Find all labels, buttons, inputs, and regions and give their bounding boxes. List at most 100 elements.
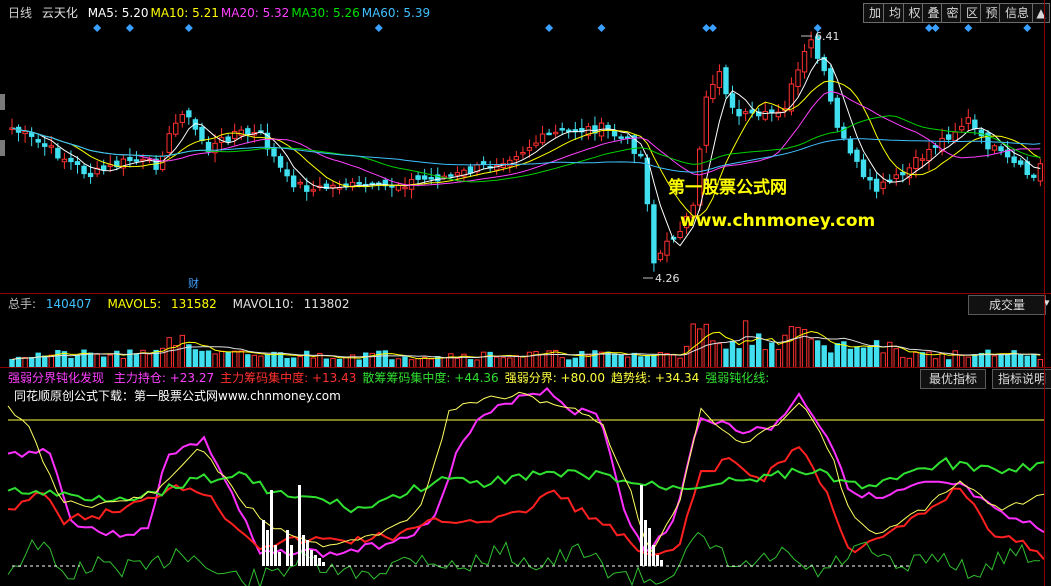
candle <box>677 230 683 239</box>
trend-line <box>7 391 1045 553</box>
candle <box>703 96 709 146</box>
signal-pillar <box>286 530 289 566</box>
volume-bar <box>304 350 310 368</box>
candle <box>173 122 179 135</box>
candle <box>330 184 336 188</box>
candle <box>873 178 880 192</box>
signal-pillar <box>644 520 647 566</box>
volume-bar <box>127 349 133 368</box>
candle <box>729 93 736 108</box>
volume-bar <box>939 352 945 368</box>
volume-bar <box>611 353 618 368</box>
volume-bar <box>539 354 546 368</box>
volume-bar <box>985 349 991 368</box>
volume-bar <box>212 353 218 368</box>
signal-pillar <box>322 562 325 566</box>
volume-bar <box>749 344 755 368</box>
candle <box>919 158 926 161</box>
candle <box>61 158 68 163</box>
candle <box>847 138 854 154</box>
candle <box>998 146 1004 152</box>
volume-bar <box>448 353 454 368</box>
volume-bar <box>664 353 670 368</box>
indicator-chart[interactable] <box>0 370 1051 586</box>
candle <box>959 125 965 131</box>
volume-bar <box>873 340 880 368</box>
signal-pillar <box>656 555 659 566</box>
signal-pillar <box>310 550 313 566</box>
volume-bar <box>133 353 140 368</box>
divider <box>0 293 1051 294</box>
candle <box>428 177 434 180</box>
candle <box>402 186 408 190</box>
candle <box>552 131 559 135</box>
right-border <box>1044 0 1045 586</box>
volume-bar <box>87 352 94 368</box>
candle <box>87 172 94 178</box>
candle <box>520 151 526 155</box>
ma-line <box>11 115 1041 183</box>
candle <box>74 161 81 166</box>
signal-diamond-icon <box>597 24 606 32</box>
candle <box>225 136 231 142</box>
signal-diamond-icon <box>93 24 102 32</box>
candle <box>448 174 454 177</box>
candle <box>186 110 192 118</box>
signal-pillar <box>290 545 293 566</box>
candle <box>742 111 749 115</box>
candle <box>290 175 297 188</box>
candle <box>480 161 487 165</box>
volume-bar <box>238 350 244 368</box>
signal-diamond-icon <box>931 24 940 32</box>
volume-header: 总手: 140407 MAVOL5: 131582 MAVOL10: 11380… <box>8 296 361 312</box>
price-chart[interactable]: 6.41 4.26 财 第一股票公式网 www.chnmoney.com <box>0 0 1051 296</box>
event-marker[interactable]: 财 <box>188 276 199 290</box>
signal-pillar <box>306 540 309 566</box>
candle <box>1031 174 1037 178</box>
volume-bar <box>723 348 729 368</box>
candle <box>22 130 28 135</box>
signal-pillar <box>298 485 301 566</box>
candle <box>28 132 35 137</box>
volume-bar <box>854 346 860 368</box>
ma-line <box>11 90 1041 186</box>
signal-pillar <box>660 560 663 566</box>
volume-bar <box>782 334 788 368</box>
ma-line <box>11 57 1041 247</box>
volume-bar <box>55 350 61 368</box>
volume-bar <box>893 348 899 368</box>
mavol10-label: MAVOL10: 113802 <box>232 297 350 311</box>
volume-bar <box>795 326 801 368</box>
candle <box>736 108 742 117</box>
volume-bar <box>179 334 186 368</box>
signal-pillar <box>640 485 643 566</box>
candle <box>657 252 664 261</box>
volume-bar <box>605 351 611 368</box>
volume-bar <box>710 340 716 368</box>
volume-bar <box>1031 354 1037 368</box>
signal-pillar <box>278 552 281 566</box>
watermark-title: 第一股票公式网 <box>668 177 787 198</box>
volume-bar <box>919 352 926 368</box>
low-price-label: 4.26 <box>655 272 680 285</box>
signal-pillar <box>314 555 317 566</box>
volume-bar <box>828 352 834 368</box>
candle <box>893 174 899 180</box>
candle <box>651 204 657 264</box>
volume-bar <box>533 350 539 368</box>
volume-chart[interactable] <box>0 312 1051 368</box>
ma-line <box>11 127 1041 173</box>
candle <box>310 189 317 192</box>
mavol5-label: MAVOL5: 131582 <box>107 297 217 311</box>
candle <box>723 67 729 95</box>
candle <box>801 51 808 73</box>
signal-diamond-icon <box>964 24 973 32</box>
candle <box>834 97 840 128</box>
volume-bar <box>775 348 782 368</box>
divider <box>0 367 1051 368</box>
volume-label: 总手: 140407 <box>8 297 92 311</box>
candle <box>415 175 421 180</box>
volume-bar <box>245 354 251 368</box>
candle <box>133 159 140 162</box>
volume-bar <box>186 344 192 368</box>
